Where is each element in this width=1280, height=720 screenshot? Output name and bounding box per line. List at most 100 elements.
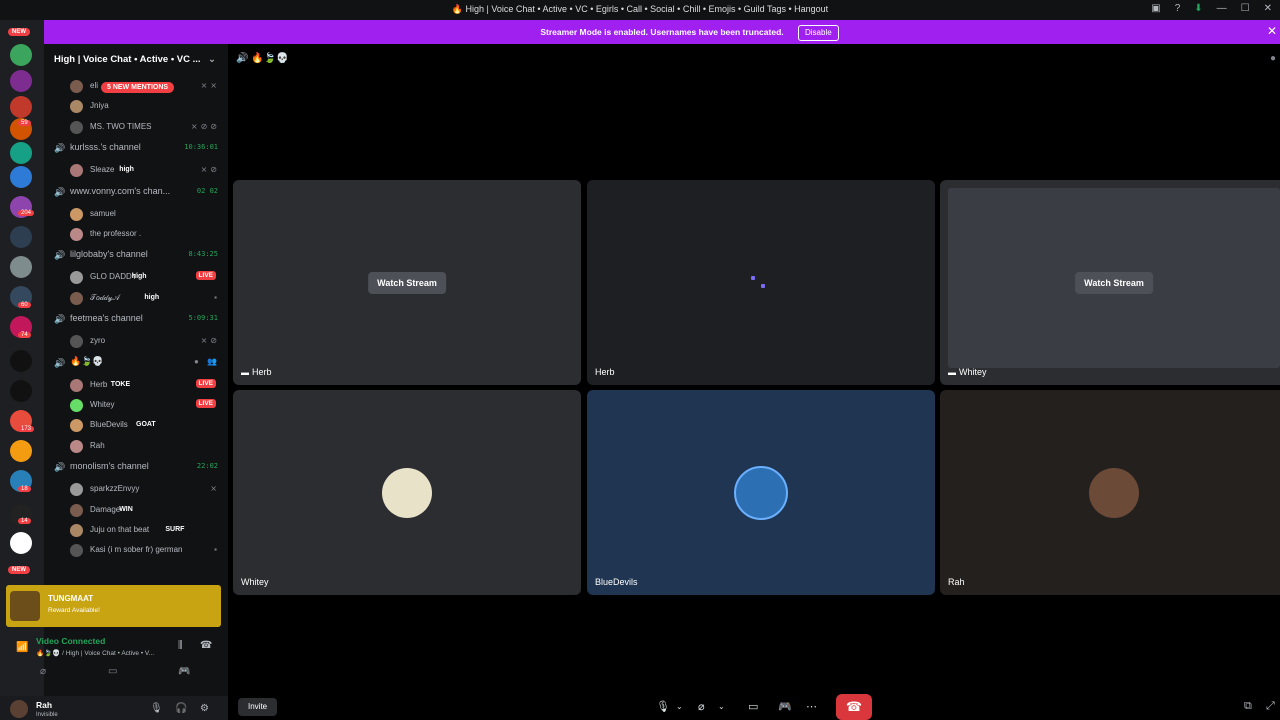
voice-user-row[interactable]: samuel [44,206,228,224]
headphones-icon[interactable]: 🎧 [175,703,187,714]
voice-channel-row[interactable]: 🔊 monolism's channel 22:02 [44,458,228,476]
voice-user-row[interactable]: GLO DADDY high LIVE [44,269,228,287]
channel-name: monolism's channel [70,461,149,472]
help-icon[interactable]: ? [1175,3,1181,14]
tile-name: Herb [595,367,615,377]
channel-action-icons[interactable]: ● 👥 [194,357,220,366]
server-icon[interactable] [10,440,32,462]
channel-timer: 5:09:31 [188,314,218,323]
channel-name: kurlsss.'s channel [70,142,141,153]
user-name: Damage [90,504,121,514]
chat-bubble-icon[interactable]: ● [1270,53,1276,64]
voice-channel-row[interactable]: 🔊 lilglobaby's channel 8:43:25 [44,246,228,264]
activity-icon[interactable]: 🎮 [178,666,190,677]
hang-up-button[interactable]: ☎ [836,694,872,720]
server-badge: 60 [18,302,31,308]
voice-user-row[interactable]: the professor . [44,226,228,244]
avatar [70,378,83,392]
call-controls: Invite 🎙 ⌄ ⌀ ⌄ ▭ 🎮 ⋯ ☎ ⧉ ⤢ [228,692,1280,720]
close-icon[interactable]: ✕ [1267,24,1277,38]
chevron-down-icon[interactable]: ⌄ [676,702,683,711]
noise-suppression-icon[interactable]: ⫼ [178,640,183,651]
activity-icon[interactable]: 🎮 [778,700,792,713]
server-header[interactable]: High | Voice Chat • Active • VC ... ⌄ [54,54,218,65]
screen-share-icon[interactable]: ▭ [748,700,758,713]
video-tile[interactable]: Rah [940,390,1280,595]
live-badge: LIVE [195,271,216,281]
camera-off-icon[interactable]: ⌀ [40,666,46,677]
reward-promo[interactable]: TUNGMAAT Reward Available! [6,585,221,627]
server-icon[interactable] [10,350,32,372]
voice-user-row[interactable]: 𝒯𝑜𝒹𝒹𝓎𝒜 high ▪ [44,290,228,308]
download-icon[interactable]: ⬇ [1194,3,1202,14]
screen-share-icon[interactable]: ▭ [108,666,117,677]
voice-user-row[interactable]: Sleaze high ⨯⊘ [44,162,228,180]
chevron-down-icon[interactable]: ⌄ [208,54,216,65]
video-tile[interactable]: BlueDevils [587,390,935,595]
video-tile[interactable]: Whitey [233,390,581,595]
minimize-icon[interactable]: — [1217,3,1227,14]
avatar[interactable] [10,700,28,718]
voice-channel[interactable]: 🔥🍃💀 / High | Voice Chat • Active • V... [36,649,154,657]
watch-stream-button[interactable]: Watch Stream [368,271,446,294]
gear-icon[interactable]: ⚙ [200,703,209,714]
server-icon[interactable] [10,44,32,66]
avatar [70,439,83,453]
server-icon[interactable] [10,96,32,118]
voice-user-row[interactable]: Damage WIN [44,502,228,520]
avatar [70,100,83,114]
video-tile[interactable]: Watch Stream ▬ Herb [233,180,581,385]
user-status-icons: ⨯⊘ [200,165,220,175]
watch-stream-button[interactable]: Watch Stream [1075,271,1153,294]
voice-user-row[interactable]: Juju on that beat SURF [44,522,228,540]
voice-user-row[interactable]: zyro ⨯⊘ [44,333,228,351]
server-icon[interactable] [10,256,32,278]
maximize-icon[interactable]: ☐ [1241,3,1250,14]
popout-icon[interactable]: ⧉ [1244,700,1252,713]
voice-channel-row[interactable]: 🔊 www.vonny.com's chan... 02 02 [44,183,228,201]
user-name: BlueDevils [90,420,128,430]
voice-status[interactable]: Video Connected [36,636,105,646]
voice-user-row[interactable]: Jniya [44,98,228,116]
voice-user-row[interactable]: Whitey LIVE [44,397,228,415]
voice-user-row[interactable]: Herb TOKE LIVE [44,377,228,395]
microphone-icon[interactable]: 🎙 [150,703,163,714]
camera-off-icon[interactable]: ⌀ [698,700,705,713]
speaker-icon: 🔊 [54,357,66,368]
more-icon[interactable]: ⋯ [806,700,817,713]
user-status-icons: ⨯ [210,484,220,494]
chevron-down-icon[interactable]: ⌄ [718,702,725,711]
screen-share-icon[interactable]: ▣ [1151,3,1160,14]
server-icon[interactable] [10,70,32,92]
voice-channel-row[interactable]: 🔊 kurlsss.'s channel 10:36:01 [44,139,228,157]
new-mentions-pill[interactable]: 5 NEW MENTIONS [101,82,175,93]
channel-timer: 02 02 [196,186,218,195]
invite-button[interactable]: Invite [238,698,278,716]
server-icon[interactable] [10,226,32,248]
voice-channel-row[interactable]: 🔊 🔥🍃💀 ● 👥 [44,354,228,372]
avatar [70,164,83,178]
server-icon[interactable] [10,142,32,164]
signal-icon[interactable]: 📶 [16,642,28,653]
voice-user-row[interactable]: Kasi (i m sober fr) german ▪ [44,542,228,560]
voice-channel-row[interactable]: 🔊 feetmea's channel 5:09:31 [44,310,228,328]
fullscreen-icon[interactable]: ⤢ [1266,700,1275,713]
close-icon[interactable]: ✕ [1264,3,1272,14]
voice-user-row[interactable]: BlueDevils GOAT [44,417,228,435]
disable-streamer-mode-button[interactable]: Disable [798,25,839,41]
avatar [70,524,83,537]
channel-name: lilglobaby's channel [70,249,148,260]
new-badge: NEW [8,28,30,36]
video-tile[interactable]: Herb [587,180,935,385]
server-icon[interactable] [10,532,32,554]
disconnect-icon[interactable]: ☎ [200,640,212,651]
server-icon[interactable] [10,380,32,402]
video-tile[interactable]: Watch Stream ▬ Whitey [940,180,1280,385]
voice-user-row[interactable]: sparkzzEnvyy ⨯ [44,481,228,499]
server-icon[interactable] [10,166,32,188]
voice-user-row[interactable]: MS. TWO TIMES ⨯⊘⊘ [44,119,228,137]
microphone-icon[interactable]: 🎙 [656,700,670,713]
voice-user-row[interactable]: Rah [44,438,228,456]
stage-header: 🔊 🔥🍃💀 [236,53,289,64]
user-status: Invisible [36,712,58,718]
